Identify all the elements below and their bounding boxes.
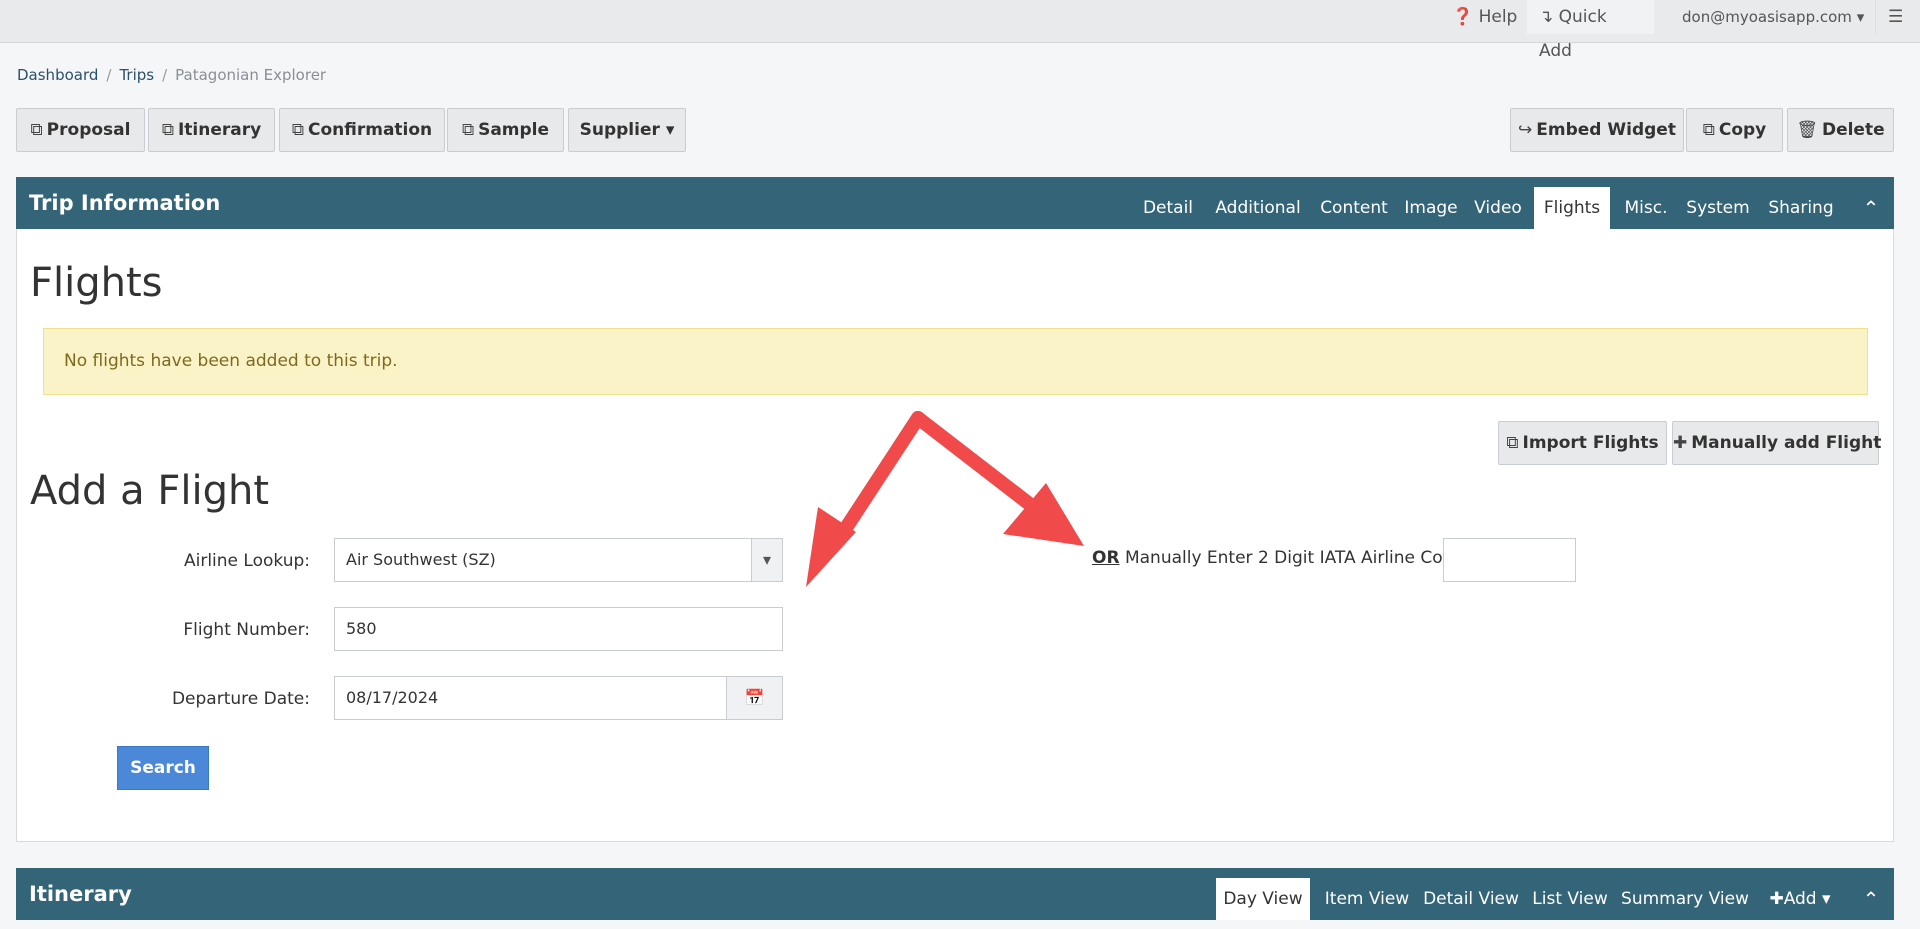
- caret-down-icon: ▾: [1816, 889, 1831, 909]
- itinerary-title: Itinerary: [29, 882, 132, 906]
- left-arrow: [806, 411, 925, 587]
- annotation-arrows: [806, 411, 1084, 587]
- tab-day-view[interactable]: Day View: [1216, 878, 1310, 920]
- right-arrow: [911, 411, 1084, 546]
- itinerary-add-dropdown[interactable]: ✚Add ▾: [1760, 878, 1840, 920]
- tab-summary-view[interactable]: Summary View: [1620, 878, 1750, 920]
- chevron-up-icon[interactable]: ⌃: [1856, 878, 1886, 920]
- itinerary-header: Itinerary Day View Item View Detail View…: [16, 868, 1894, 920]
- tab-list-view[interactable]: List View: [1530, 878, 1610, 920]
- plus-icon: ✚: [1769, 889, 1784, 909]
- tab-detail-view[interactable]: Detail View: [1420, 878, 1522, 920]
- tab-item-view[interactable]: Item View: [1322, 878, 1412, 920]
- itinerary-add-label: Add: [1783, 889, 1817, 909]
